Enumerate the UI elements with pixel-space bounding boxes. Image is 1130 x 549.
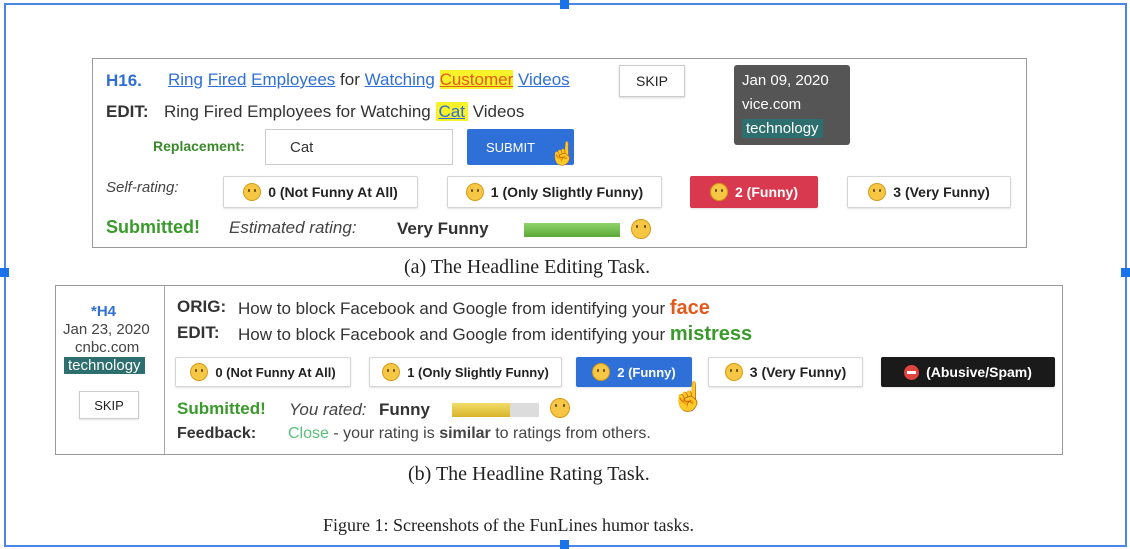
rating-button-3[interactable]: 3 (Very Funny) <box>847 176 1011 208</box>
headline-word: for <box>340 70 360 89</box>
feedback-text: Close - your rating is similar to rating… <box>288 425 651 442</box>
feedback-label: Feedback: <box>177 425 257 442</box>
estimated-rating-fill <box>524 223 620 237</box>
headline-word[interactable]: Employees <box>251 70 335 89</box>
feedback-close: Close <box>288 425 329 442</box>
resize-handle-right[interactable] <box>1121 268 1130 277</box>
abusive-spam-button[interactable]: (Abusive/Spam) <box>881 357 1055 387</box>
headline-word-selected[interactable]: Customer <box>439 70 514 89</box>
skip-label: SKIP <box>636 73 668 89</box>
headline-info-card: Jan 09, 2020 vice.com technology <box>734 65 850 145</box>
laughing-face-icon <box>631 219 651 239</box>
no-entry-icon <box>904 364 920 380</box>
estimated-rating-bar <box>524 223 620 237</box>
you-rated-value: Funny <box>379 400 430 419</box>
resize-handle-left[interactable] <box>0 268 9 277</box>
replacement-label: Replacement: <box>153 138 245 154</box>
replacement-value: Cat <box>290 139 314 156</box>
submitted-status: Submitted! <box>106 217 200 237</box>
headline-source: vice.com <box>742 96 802 113</box>
laughing-face-icon <box>868 183 887 201</box>
panel-b-caption: (b) The Headline Rating Task. <box>408 463 650 485</box>
headline-date: Jan 23, 2020 <box>63 321 150 338</box>
panel-a-caption: (a) The Headline Editing Task. <box>404 256 651 278</box>
self-rating-label: Self-rating: <box>106 179 179 196</box>
figure-caption: Figure 1: Screenshots of the FunLines hu… <box>323 515 694 535</box>
replacement-input[interactable]: Cat <box>265 129 453 165</box>
you-rated-bar <box>452 403 539 417</box>
hand-cursor-icon: ☝ <box>671 381 706 412</box>
slight-smile-icon <box>465 183 484 201</box>
skip-button[interactable]: SKIP <box>619 65 685 97</box>
rating-button-1[interactable]: 1 (Only Slightly Funny) <box>369 357 562 387</box>
submitted-status: Submitted! <box>177 399 266 418</box>
estimated-rating-value: Very Funny <box>397 219 489 238</box>
grin-face-icon <box>592 363 611 381</box>
neutral-face-icon <box>190 363 209 381</box>
grin-face-icon <box>710 183 728 201</box>
skip-button[interactable]: SKIP <box>79 391 139 419</box>
headline-rating-panel: *H4 Jan 23, 2020 cnbc.com technology SKI… <box>55 285 1063 455</box>
edited-word: mistress <box>669 323 753 345</box>
sidebar-divider <box>164 286 165 454</box>
hand-cursor-icon: ☝ <box>549 141 577 166</box>
you-rated-label: You rated: <box>289 400 367 419</box>
headline-id: *H4 <box>91 303 117 320</box>
neutral-face-icon <box>243 183 262 201</box>
slight-smile-icon <box>382 363 401 381</box>
orig-label: ORIG: <box>177 297 227 316</box>
edited-word: Cat <box>435 102 468 121</box>
headline-word[interactable]: Ring <box>168 70 203 89</box>
category-tag: technology <box>742 119 823 138</box>
rating-button-0[interactable]: 0 (Not Funny At All) <box>223 176 418 208</box>
skip-label: SKIP <box>94 397 124 413</box>
headline-word[interactable]: Fired <box>208 70 247 89</box>
headline-text: Ring Fired Employees for Watching Custom… <box>168 70 570 90</box>
rating-button-3[interactable]: 3 (Very Funny) <box>708 357 863 387</box>
headline-word[interactable]: Watching <box>365 70 435 89</box>
category-tag: technology <box>64 357 145 374</box>
edited-headline: How to block Facebook and Google from id… <box>238 323 753 345</box>
edit-label: EDIT: <box>106 102 149 121</box>
edited-headline: Ring Fired Employees for Watching Cat Vi… <box>164 102 525 121</box>
edit-label: EDIT: <box>177 323 220 342</box>
rating-button-0[interactable]: 0 (Not Funny At All) <box>175 357 351 387</box>
resize-handle-top[interactable] <box>560 0 569 9</box>
original-headline: How to block Facebook and Google from id… <box>238 297 710 319</box>
laughing-face-icon <box>724 363 743 381</box>
headline-source: cnbc.com <box>75 339 140 356</box>
headline-id: H16. <box>106 71 142 90</box>
grin-face-icon <box>550 398 570 418</box>
rating-button-1[interactable]: 1 (Only Slightly Funny) <box>447 176 662 208</box>
estimated-rating-label: Estimated rating: <box>229 218 357 237</box>
headline-editing-panel: H16. Ring Fired Employees for Watching C… <box>92 58 1027 248</box>
headline-word[interactable]: Videos <box>518 70 570 89</box>
submit-label: SUBMIT <box>485 139 536 155</box>
rating-button-2-selected[interactable]: 2 (Funny) <box>690 176 818 208</box>
original-word: face <box>669 297 710 319</box>
you-rated-fill <box>452 403 511 417</box>
headline-date: Jan 09, 2020 <box>742 72 829 89</box>
